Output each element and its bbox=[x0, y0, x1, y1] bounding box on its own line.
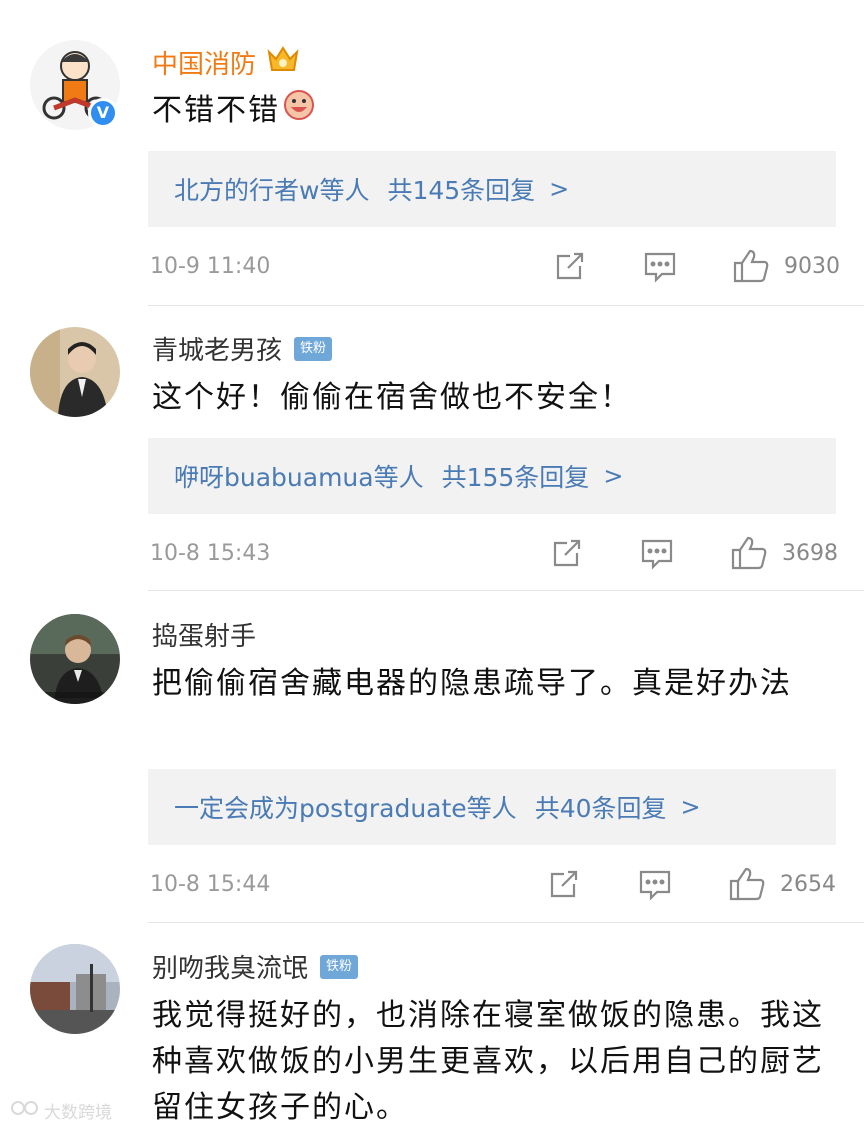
like-count: 9030 bbox=[784, 254, 840, 279]
watermark: 大数跨境 bbox=[10, 1098, 112, 1123]
reply-users: 北方的行者w等人 bbox=[174, 176, 370, 205]
share-icon[interactable] bbox=[546, 866, 582, 902]
chevron-right-icon: > bbox=[680, 793, 701, 821]
comment-text: 把偷偷宿舍藏电器的隐患疏导了。真是好办法 bbox=[152, 666, 792, 701]
reply-summary-link[interactable]: 一定会成为postgraduate等人 共40条回复 > bbox=[148, 769, 836, 845]
username[interactable]: 青城老男孩 铁粉 bbox=[152, 330, 333, 367]
username[interactable]: 中国消防 bbox=[152, 44, 300, 81]
timestamp: 10-9 11:40 bbox=[150, 254, 271, 279]
like-icon[interactable] bbox=[732, 248, 769, 284]
username-text: 捣蛋射手 bbox=[152, 622, 257, 652]
comment-text: 这个好！偷偷在宿舍做也不安全！ bbox=[152, 380, 632, 415]
comment-icon[interactable] bbox=[642, 248, 678, 284]
like-count: 2654 bbox=[780, 872, 836, 897]
share-icon[interactable] bbox=[552, 248, 588, 284]
like-count: 3698 bbox=[782, 541, 838, 566]
comment-meta: 10-8 15:44 2654 bbox=[0, 866, 864, 906]
fan-badge: 铁粉 bbox=[320, 954, 359, 979]
reply-users: 一定会成为postgraduate等人 bbox=[174, 794, 517, 823]
watermark-text: 大数跨境 bbox=[44, 1103, 112, 1123]
fan-badge: 铁粉 bbox=[294, 336, 333, 361]
like-icon[interactable] bbox=[730, 535, 767, 571]
comment-text-content: 不错不错 bbox=[152, 93, 280, 128]
reply-summary-link[interactable]: 北方的行者w等人 共145条回复 > bbox=[148, 151, 836, 227]
chevron-right-icon: > bbox=[549, 175, 570, 203]
avatar[interactable] bbox=[30, 327, 120, 417]
comment-icon[interactable] bbox=[637, 866, 673, 902]
reply-users: 咿呀buabuamua等人 bbox=[174, 463, 424, 492]
comment-icon[interactable] bbox=[639, 535, 675, 571]
username-text: 别吻我臭流氓 bbox=[152, 954, 309, 984]
divider bbox=[148, 590, 864, 591]
avatar[interactable] bbox=[30, 614, 120, 704]
like-icon[interactable] bbox=[728, 866, 765, 902]
reply-total: 共155条回复 bbox=[441, 463, 590, 492]
share-icon[interactable] bbox=[549, 535, 585, 571]
username[interactable]: 捣蛋射手 bbox=[152, 616, 256, 653]
comment-meta: 10-8 15:43 3698 bbox=[0, 535, 864, 575]
divider bbox=[148, 922, 864, 923]
username[interactable]: 别吻我臭流氓 铁粉 bbox=[152, 948, 359, 985]
comment-text: 我觉得挺好的，也消除在寝室做饭的隐患。我这种喜欢做饭的小男生更喜欢，以后用自己的… bbox=[152, 998, 824, 1125]
timestamp: 10-8 15:44 bbox=[150, 872, 271, 897]
username-text: 青城老男孩 bbox=[152, 336, 283, 366]
emoji-icon bbox=[282, 87, 316, 135]
timestamp: 10-8 15:43 bbox=[150, 541, 271, 566]
comment-meta: 10-9 11:40 9030 bbox=[0, 248, 864, 288]
divider bbox=[148, 305, 864, 306]
crown-icon bbox=[266, 44, 300, 81]
chevron-right-icon: > bbox=[603, 462, 624, 490]
reply-total: 共145条回复 bbox=[387, 176, 536, 205]
watermark-logo-icon bbox=[10, 1099, 40, 1122]
username-text: 中国消防 bbox=[152, 50, 257, 80]
avatar[interactable] bbox=[30, 944, 120, 1034]
reply-summary-link[interactable]: 咿呀buabuamua等人 共155条回复 > bbox=[148, 438, 836, 514]
reply-total: 共40条回复 bbox=[534, 794, 667, 823]
comment-text: 不错不错 bbox=[152, 87, 842, 135]
verified-icon: V bbox=[88, 98, 118, 128]
